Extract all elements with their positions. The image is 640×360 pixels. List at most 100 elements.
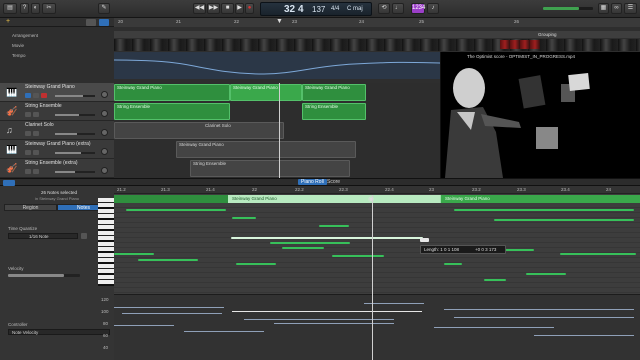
- region-header-selected[interactable]: Steinway Grand Piano: [228, 195, 440, 203]
- pan-knob[interactable]: [101, 91, 108, 98]
- note[interactable]: [526, 273, 566, 275]
- mute-button[interactable]: [25, 150, 31, 155]
- velocity-bar[interactable]: [122, 313, 222, 314]
- piano-keyboard[interactable]: [98, 198, 114, 286]
- region[interactable]: String Ensemble: [190, 160, 350, 177]
- piano-roll-ruler[interactable]: 21.2 21.3 21.4 22 22.2 22.3 22.4 23 23.2…: [114, 186, 640, 194]
- mute-button[interactable]: [25, 93, 31, 98]
- forward-button[interactable]: ▶▶: [207, 3, 220, 14]
- selected-note[interactable]: [231, 237, 423, 239]
- quantize-button[interactable]: [81, 233, 87, 239]
- solo-button[interactable]: [33, 112, 39, 117]
- pan-knob[interactable]: [101, 148, 108, 155]
- region[interactable]: String Ensemble: [302, 103, 366, 120]
- count-in-chip[interactable]: 1234: [411, 3, 425, 14]
- record-enable-button[interactable]: [41, 93, 47, 98]
- region[interactable]: Steinway Grand Piano: [176, 141, 356, 158]
- note[interactable]: [444, 263, 462, 265]
- mute-button[interactable]: [25, 112, 31, 117]
- playhead-icon[interactable]: ▼: [276, 18, 283, 25]
- solo-button[interactable]: [33, 131, 39, 136]
- cycle-icon[interactable]: ⟲: [378, 3, 390, 14]
- solo-button[interactable]: [33, 93, 39, 98]
- note[interactable]: [126, 209, 226, 211]
- track-row[interactable]: 🎻 String Ensemble: [0, 102, 114, 121]
- volume-slider[interactable]: [55, 95, 95, 97]
- note[interactable]: [332, 255, 384, 257]
- note[interactable]: [114, 253, 154, 255]
- region[interactable]: Steinway Grand Piano: [230, 84, 302, 101]
- note[interactable]: [138, 259, 198, 261]
- play-button[interactable]: ▶: [235, 3, 244, 14]
- note[interactable]: [282, 247, 324, 249]
- editors-icon[interactable]: ✂: [42, 3, 56, 14]
- velocity-bar[interactable]: [274, 323, 394, 324]
- rewind-button[interactable]: ◀◀: [193, 3, 206, 14]
- volume-slider[interactable]: [55, 133, 95, 135]
- velocity-lane[interactable]: 120 100 80 60 40: [101, 294, 640, 360]
- master-volume-slider[interactable]: [543, 7, 593, 10]
- velocity-bar[interactable]: [184, 331, 264, 332]
- track-row[interactable]: ♫ Clarinet Solo: [0, 121, 114, 140]
- solo-button[interactable]: [33, 169, 39, 174]
- volume-slider[interactable]: [55, 114, 95, 116]
- pan-knob[interactable]: [101, 129, 108, 136]
- catch-icon[interactable]: [86, 19, 96, 26]
- stop-button[interactable]: ■: [221, 3, 234, 14]
- tab-piano-roll[interactable]: Piano Roll: [298, 179, 327, 185]
- region[interactable]: Clarinet Solo: [114, 122, 284, 139]
- region[interactable]: Steinway Grand Piano: [114, 84, 230, 101]
- quantize-select[interactable]: 1/16 Note: [8, 233, 78, 239]
- track-row[interactable]: 🎻 String Ensemble (extra): [0, 159, 114, 178]
- note[interactable]: [484, 279, 506, 281]
- movie-window[interactable]: The Optimist score - OPTIMIST_IN_PROGRES…: [440, 52, 640, 178]
- loops-icon[interactable]: ∞: [611, 3, 622, 14]
- add-track-icon[interactable]: +: [6, 18, 10, 25]
- tab-region[interactable]: Region: [4, 204, 57, 211]
- tempo-track[interactable]: [114, 52, 440, 79]
- note[interactable]: [319, 225, 349, 227]
- record-button[interactable]: ●: [245, 3, 254, 14]
- help-icon[interactable]: ?: [20, 3, 29, 14]
- timeline-ruler[interactable]: 20 21 22 23 24 25 26 ▼: [114, 18, 640, 27]
- note[interactable]: [494, 219, 634, 221]
- note[interactable]: [560, 253, 636, 255]
- pan-knob[interactable]: [101, 110, 108, 117]
- velocity-bar-selected[interactable]: [232, 311, 422, 312]
- browser-icon[interactable]: ☰: [624, 3, 637, 14]
- track-row[interactable]: 🎹 Steinway Grand Piano: [0, 83, 114, 102]
- playhead-icon[interactable]: ◉: [368, 195, 374, 203]
- note-grid[interactable]: Length: 1 0 1 108 +0 0 3 173: [114, 203, 640, 294]
- velocity-bar[interactable]: [444, 309, 634, 310]
- track-row[interactable]: 🎹 Steinway Grand Piano (extra): [0, 140, 114, 159]
- controller-select[interactable]: Note Velocity: [8, 329, 110, 335]
- solo-button[interactable]: [33, 150, 39, 155]
- volume-slider[interactable]: [55, 171, 95, 173]
- arrangement-track[interactable]: [114, 31, 640, 38]
- note[interactable]: [232, 217, 256, 219]
- resize-handle[interactable]: [420, 238, 429, 242]
- velocity-bar[interactable]: [364, 303, 424, 304]
- region[interactable]: String Ensemble: [114, 103, 230, 120]
- region-header-right[interactable]: Steinway Grand Piano: [440, 195, 640, 203]
- pencil-icon[interactable]: ✎: [98, 3, 110, 14]
- velocity-slider[interactable]: [8, 274, 80, 277]
- mute-button[interactable]: [25, 169, 31, 174]
- tracks-area[interactable]: Steinway Grand Piano Steinway Grand Pian…: [114, 83, 440, 178]
- region[interactable]: Steinway Grand Piano: [302, 84, 366, 101]
- note[interactable]: [270, 242, 350, 244]
- velocity-bar[interactable]: [454, 317, 634, 318]
- velocity-bar[interactable]: [114, 325, 174, 326]
- tab-score[interactable]: Score: [327, 179, 340, 185]
- flex-icon[interactable]: [99, 19, 109, 26]
- velocity-bar[interactable]: [114, 307, 224, 308]
- metronome-icon[interactable]: ♪: [427, 3, 439, 14]
- smart-controls-icon[interactable]: ◐: [31, 3, 40, 14]
- library-icon[interactable]: ▤: [3, 3, 17, 14]
- pan-knob[interactable]: [101, 167, 108, 174]
- piano-roll[interactable]: 21.2 21.3 21.4 22 22.2 22.3 22.4 23 23.2…: [101, 186, 640, 360]
- lcd-display[interactable]: 32 4 137 4/4 C maj: [260, 2, 372, 16]
- movie-thumbnail-strip[interactable]: [114, 39, 640, 51]
- volume-slider[interactable]: [55, 152, 95, 154]
- note[interactable]: [454, 209, 634, 211]
